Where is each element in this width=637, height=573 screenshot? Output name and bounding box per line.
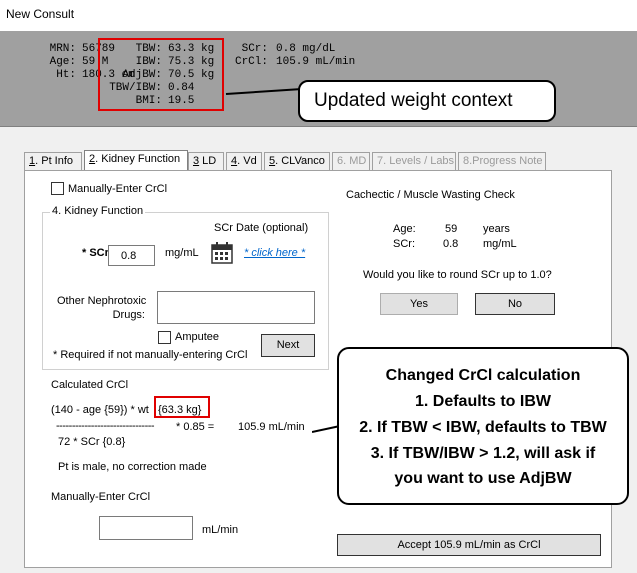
crcl-formula-factor: * 0.85 = xyxy=(176,421,215,433)
no-button[interactable]: No xyxy=(475,293,555,315)
weight-callout: Updated weight context xyxy=(298,80,556,122)
cachectic-age-unit: years xyxy=(483,223,510,235)
crcl-callout-line-5: you want to use AdjBW xyxy=(394,470,572,487)
click-here-link[interactable]: * click here * xyxy=(244,247,305,259)
crcl-callout-line-2: 1. Defaults to IBW xyxy=(414,393,551,410)
amputee-label: Amputee xyxy=(175,331,220,343)
scr-label: * SCr xyxy=(82,247,109,259)
accept-crcl-button[interactable]: Accept 105.9 mL/min as CrCl xyxy=(337,534,601,556)
tab-md: 6. MD xyxy=(332,152,370,171)
kidney-function-group-title: 4. Kidney Function xyxy=(50,205,146,217)
weight-callout-arrow xyxy=(225,88,303,95)
header-scr-value: 0.8 mg/dL xyxy=(276,43,336,55)
ht-label: Ht: xyxy=(56,69,76,81)
crcl-callout-line-3: 2. If TBW < IBW, defaults to TBW xyxy=(359,419,607,436)
header-crcl-value: 105.9 mL/min xyxy=(276,56,356,68)
crcl-callout: Changed CrCl calculation 1. Defaults to … xyxy=(337,347,629,505)
tab-ld[interactable]: 3 LD xyxy=(188,152,224,171)
calculated-crcl-title: Calculated CrCl xyxy=(49,379,131,391)
scr-unit: mg/mL xyxy=(165,247,199,259)
tab-kidney-function[interactable]: 2. Kidney Function xyxy=(84,150,188,171)
header-scr-label: SCr: xyxy=(241,43,268,55)
window-title: New Consult xyxy=(6,7,75,21)
next-button[interactable]: Next xyxy=(261,334,315,357)
required-note: * Required if not manually-entering CrCl xyxy=(53,349,248,361)
cachectic-age-label: Age: xyxy=(393,223,416,235)
manual-crcl-input[interactable] xyxy=(99,516,193,540)
crcl-callout-line-1: Changed CrCl calculation xyxy=(385,367,581,384)
calendar-icon[interactable] xyxy=(211,242,233,264)
other-drugs-label-1: Other Nephrotoxic xyxy=(57,295,147,307)
crcl-formula-denominator: 72 * SCr {0.8} xyxy=(58,436,126,448)
crcl-result: 105.9 mL/min xyxy=(238,421,305,433)
scr-date-label: SCr Date (optional) xyxy=(214,222,309,234)
tab-progress-note: 8.Progress Note xyxy=(458,152,546,171)
weight-highlight-box xyxy=(98,38,224,111)
crcl-formula-dashes: ------------------------------- xyxy=(56,420,155,432)
crcl-formula-numerator: (140 - age {59}) * wt xyxy=(51,404,149,416)
yes-button[interactable]: Yes xyxy=(380,293,458,315)
crcl-callout-line-4: 3. If TBW/IBW > 1.2, will ask if xyxy=(370,445,596,462)
formula-weight-highlight-box xyxy=(154,396,210,418)
manual-crcl-group: Manually-Enter CrCl mL/min xyxy=(42,491,329,563)
manual-crcl-checkbox[interactable] xyxy=(51,182,64,195)
cachectic-scr-unit: mg/mL xyxy=(483,238,517,250)
cachectic-age-value: 59 xyxy=(445,223,458,235)
header-crcl-label: CrCl: xyxy=(234,56,268,68)
round-scr-question: Would you like to round SCr up to 1.0? xyxy=(363,269,552,281)
kidney-function-group: 4. Kidney Function SCr Date (optional) *… xyxy=(42,205,329,370)
cachectic-group-title: Cachectic / Muscle Wasting Check xyxy=(344,189,517,201)
age-label: Age: xyxy=(49,56,76,68)
tab-pt-info[interactable]: 1. Pt Info xyxy=(24,152,82,171)
tab-clvanco[interactable]: 5. CLVanco xyxy=(264,152,330,171)
tab-vd[interactable]: 4. Vd xyxy=(226,152,262,171)
cachectic-check-group: Cachectic / Muscle Wasting Check Age: 59… xyxy=(337,189,601,331)
other-drugs-input[interactable] xyxy=(157,291,315,324)
scr-input[interactable]: 0.8 xyxy=(108,245,155,266)
title-bar: New Consult xyxy=(0,0,637,30)
manual-crcl-checkbox-label: Manually-Enter CrCl xyxy=(68,183,168,195)
cachectic-scr-label: SCr: xyxy=(393,238,415,250)
amputee-checkbox[interactable] xyxy=(158,331,171,344)
correction-note: Pt is male, no correction made xyxy=(58,461,207,473)
tab-levels-labs: 7. Levels / Labs xyxy=(372,152,456,171)
manual-crcl-unit: mL/min xyxy=(202,524,239,536)
other-drugs-label-2: Drugs: xyxy=(112,309,145,321)
weight-callout-text: Updated weight context xyxy=(314,90,513,111)
cachectic-scr-value: 0.8 xyxy=(443,238,459,250)
manual-crcl-title: Manually-Enter CrCl xyxy=(49,491,153,503)
mrn-label: MRN: xyxy=(49,43,76,55)
